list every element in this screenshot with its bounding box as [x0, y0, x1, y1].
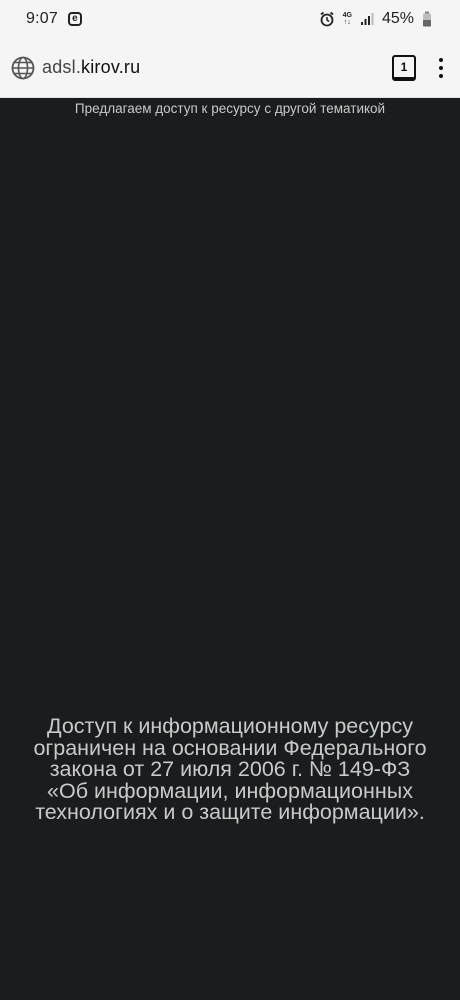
status-bar: 9:07 e 4G ↑↓ 45%: [0, 0, 460, 38]
network-type-icon: 4G ↑↓: [343, 12, 352, 26]
battery-percent: 45%: [381, 10, 414, 27]
message-line: Доступ к информационному ресурсу: [47, 714, 413, 738]
message-line: технологиях и о защите информации».: [35, 800, 425, 824]
notification-e-letter: e: [72, 13, 78, 24]
message-line: закона от 27 июля 2006 г. № 149-ФЗ: [49, 757, 411, 781]
tab-count: 1: [400, 59, 408, 74]
message-line: ограничен на основании Федерального: [33, 735, 427, 760]
network-arrows: ↑↓: [343, 19, 351, 26]
status-right: 4G ↑↓ 45%: [319, 10, 432, 28]
top-notice-link[interactable]: Предлагаем доступ к ресурсу с другой тем…: [0, 101, 460, 116]
status-time: 9:07: [26, 10, 58, 27]
url-prefix: adsl.: [42, 57, 82, 77]
more-menu-icon[interactable]: [436, 55, 446, 81]
battery-icon: [422, 11, 432, 27]
alarm-icon: [319, 11, 335, 27]
url-host: kirov.ru: [81, 57, 141, 77]
url-field[interactable]: adsl.kirov.ru: [42, 57, 140, 78]
browser-toolbar: adsl.kirov.ru 1: [0, 38, 460, 98]
tabs-button[interactable]: 1: [392, 54, 416, 81]
blocked-message: Доступ к информационному ресурсу огранич…: [10, 714, 450, 824]
network-type-label: 4G: [342, 12, 352, 19]
page-content: Предлагаем доступ к ресурсу с другой тем…: [0, 99, 460, 1000]
globe-icon[interactable]: [10, 55, 36, 81]
notification-e-icon: e: [67, 12, 82, 26]
signal-strength-icon: [360, 12, 374, 26]
status-left: 9:07 e: [26, 10, 82, 28]
message-line: «Об информации, информационных: [47, 778, 413, 803]
